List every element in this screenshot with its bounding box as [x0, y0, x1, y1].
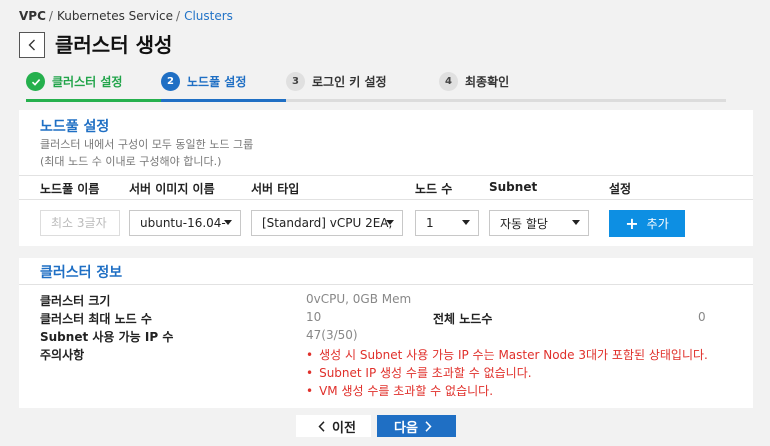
step-label: 로그인 키 설정 — [312, 75, 387, 89]
wizard-stepper: 클러스터 설정 2 노드풀 설정 3 로그인 키 설정 4 최종확인 — [26, 68, 726, 102]
subnet-ip-label: Subnet 사용 가능 IP 수 — [40, 330, 174, 344]
subnet-select[interactable]: 자동 할당 — [489, 210, 589, 236]
nodepool-description: 클러스터 내에서 구성이 모두 동일한 노드 그룹 (최대 노드 수 이내로 구… — [40, 136, 253, 170]
breadcrumb-kubernetes-service[interactable]: Kubernetes Service — [57, 9, 173, 23]
chevron-left-icon — [318, 420, 325, 432]
server-image-value: ubuntu-16.04- — [140, 216, 226, 230]
cluster-info-card: 클러스터 정보 클러스터 크기 0vCPU, 0GB Mem 클러스터 최대 노… — [19, 258, 753, 408]
step-label: 최종확인 — [465, 75, 510, 89]
column-header-name: 노드풀 이름 — [40, 182, 100, 196]
cluster-size-value: 0vCPU, 0GB Mem — [306, 292, 412, 306]
warning-note: VM 생성 수를 초과할 수 없습니다. — [306, 382, 493, 399]
caret-down-icon — [462, 220, 470, 225]
check-icon — [26, 72, 45, 91]
server-type-select[interactable]: [Standard] vCPU 2EA, — [251, 210, 403, 236]
cluster-info-title: 클러스터 정보 — [40, 265, 123, 281]
column-header-type: 서버 타입 — [251, 182, 300, 196]
add-nodepool-button[interactable]: + 추가 — [609, 210, 685, 237]
divider — [19, 284, 753, 285]
nodepool-title: 노드풀 설정 — [40, 119, 110, 135]
step-label: 클러스터 설정 — [52, 75, 123, 89]
column-header-settings: 설정 — [609, 182, 632, 196]
nodepool-name-field[interactable] — [40, 210, 120, 236]
step-cluster-settings[interactable]: 클러스터 설정 — [26, 72, 122, 91]
total-nodes-label: 전체 노드수 — [433, 312, 493, 326]
nodepool-desc-line2: (최대 노드 수 이내로 구성해야 합니다.) — [40, 155, 222, 168]
plus-icon: + — [625, 213, 639, 233]
prev-button-label: 이전 — [332, 420, 356, 436]
step-nodepool-settings[interactable]: 2 노드풀 설정 — [161, 72, 246, 91]
column-header-count: 노드 수 — [415, 182, 453, 196]
column-header-image: 서버 이미지 이름 — [129, 182, 215, 196]
subnet-value: 자동 할당 — [500, 216, 548, 231]
nodepool-card: 노드풀 설정 클러스터 내에서 구성이 모두 동일한 노드 그룹 (최대 노드 … — [19, 110, 753, 246]
server-image-select[interactable]: ubuntu-16.04- — [129, 210, 241, 236]
server-type-value: [Standard] vCPU 2EA, — [262, 216, 393, 230]
back-button[interactable] — [19, 32, 45, 58]
page-title: 클러스터 생성 — [55, 33, 173, 57]
step-number: 3 — [286, 72, 305, 91]
nodepool-name-input[interactable] — [51, 216, 119, 230]
step-number: 2 — [161, 72, 180, 91]
total-nodes-value: 0 — [698, 310, 706, 324]
warning-note: 생성 시 Subnet 사용 가능 IP 수는 Master Node 3대가 … — [306, 346, 708, 363]
node-count-select[interactable]: 1 — [415, 210, 479, 236]
prev-button[interactable]: 이전 — [296, 415, 371, 437]
notes-label: 주의사항 — [40, 348, 85, 362]
breadcrumb-clusters[interactable]: Clusters — [184, 9, 233, 23]
nodepool-table-header: 노드풀 이름 서버 이미지 이름 서버 타입 노드 수 Subnet 설정 — [19, 175, 753, 200]
step-final-confirmation[interactable]: 4 최종확인 — [439, 72, 509, 91]
next-button[interactable]: 다음 — [377, 415, 456, 437]
cluster-size-label: 클러스터 크기 — [40, 294, 111, 308]
max-nodes-label: 클러스터 최대 노드 수 — [40, 312, 152, 326]
caret-down-icon — [386, 220, 394, 225]
add-button-label: 추가 — [646, 217, 669, 231]
max-nodes-value: 10 — [306, 310, 322, 324]
step-progress-current — [161, 99, 286, 102]
node-count-value: 1 — [426, 216, 434, 230]
next-button-label: 다음 — [394, 420, 418, 436]
chevron-right-icon — [425, 420, 432, 432]
subnet-ip-value: 47(3/50) — [306, 328, 358, 342]
warning-note: Subnet IP 생성 수를 초과할 수 없습니다. — [306, 364, 532, 381]
step-progress-complete — [26, 99, 161, 102]
column-header-subnet: Subnet — [489, 180, 538, 194]
breadcrumb-separator: / — [48, 9, 53, 23]
breadcrumb: VPC / Kubernetes Service / Clusters — [19, 9, 233, 23]
step-label: 노드풀 설정 — [187, 75, 247, 89]
breadcrumb-vpc[interactable]: VPC — [19, 9, 46, 23]
chevron-left-icon — [28, 39, 35, 51]
step-number: 4 — [439, 72, 458, 91]
caret-down-icon — [572, 220, 580, 225]
caret-down-icon — [224, 220, 232, 225]
breadcrumb-separator: / — [176, 9, 181, 23]
step-login-key-settings[interactable]: 3 로그인 키 설정 — [286, 72, 387, 91]
nodepool-desc-line1: 클러스터 내에서 구성이 모두 동일한 노드 그룹 — [40, 138, 254, 151]
